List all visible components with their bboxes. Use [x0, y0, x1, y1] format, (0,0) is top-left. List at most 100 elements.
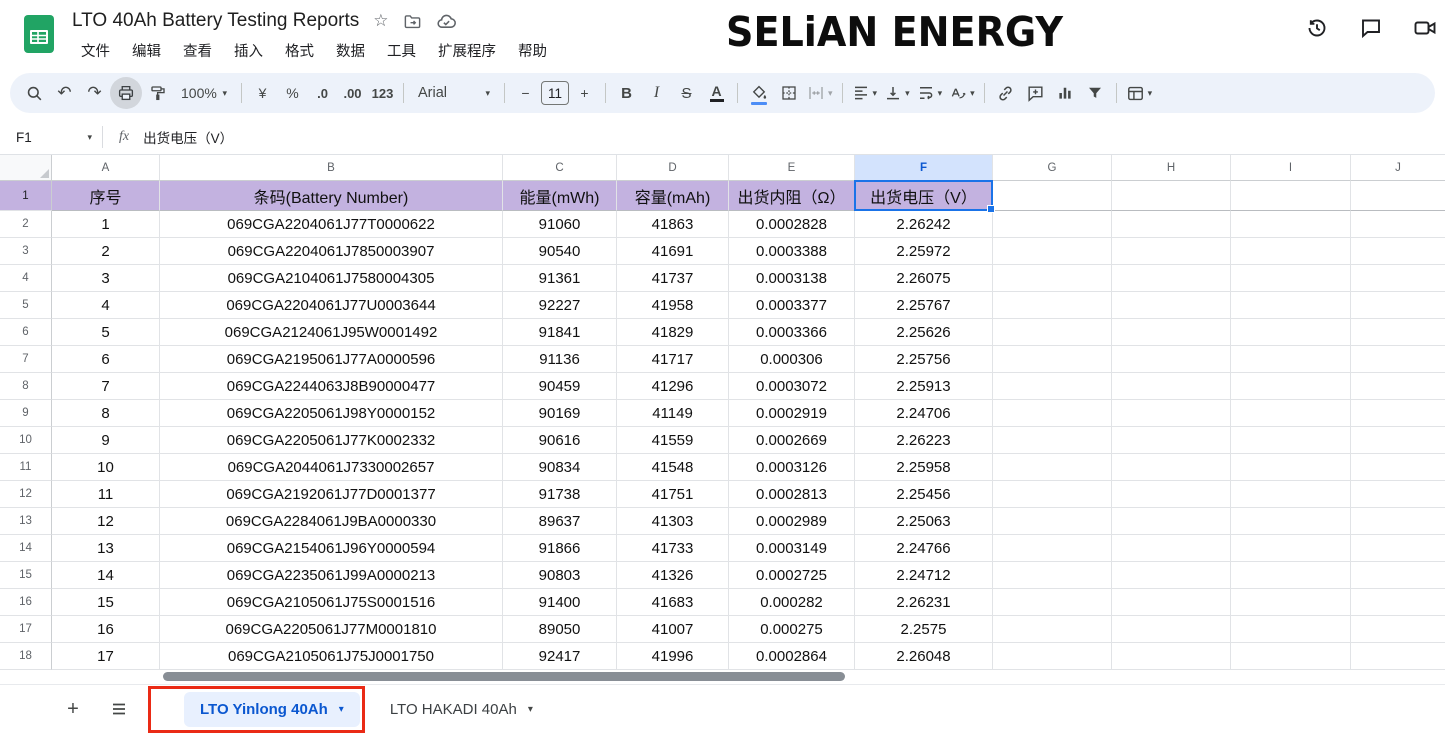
- star-icon[interactable]: ☆: [373, 11, 388, 31]
- cell-E6[interactable]: 0.0003366: [729, 319, 855, 346]
- cell-G5[interactable]: [993, 292, 1112, 319]
- cell-G14[interactable]: [993, 535, 1112, 562]
- column-header-D[interactable]: D: [617, 155, 729, 181]
- cell-F4[interactable]: 2.26075: [855, 265, 993, 292]
- cell-A12[interactable]: 11: [52, 481, 160, 508]
- cell-H12[interactable]: [1112, 481, 1231, 508]
- cell-H7[interactable]: [1112, 346, 1231, 373]
- print-button[interactable]: [110, 77, 142, 109]
- column-header-A[interactable]: A: [52, 155, 160, 181]
- cell-J16[interactable]: [1351, 589, 1445, 616]
- cell-C4[interactable]: 91361: [503, 265, 617, 292]
- cell-E10[interactable]: 0.0002669: [729, 427, 855, 454]
- cell-I10[interactable]: [1231, 427, 1351, 454]
- cell-I13[interactable]: [1231, 508, 1351, 535]
- cell-A3[interactable]: 2: [52, 238, 160, 265]
- cell-D13[interactable]: 41303: [617, 508, 729, 535]
- cell-H4[interactable]: [1112, 265, 1231, 292]
- row-header-18[interactable]: 18: [0, 643, 52, 670]
- cell-A4[interactable]: 3: [52, 265, 160, 292]
- cell-J1[interactable]: [1351, 181, 1445, 211]
- sheet-tab-lto-yinlong-40ah[interactable]: LTO Yinlong 40Ah ▾: [184, 692, 360, 727]
- cell-B3[interactable]: 069CGA2204061J7850003907: [160, 238, 503, 265]
- decrease-decimals-button[interactable]: .0: [308, 78, 337, 108]
- cell-F9[interactable]: 2.24706: [855, 400, 993, 427]
- cell-J9[interactable]: [1351, 400, 1445, 427]
- cell-J4[interactable]: [1351, 265, 1445, 292]
- cell-E5[interactable]: 0.0003377: [729, 292, 855, 319]
- cell-J12[interactable]: [1351, 481, 1445, 508]
- google-sheets-logo[interactable]: [22, 14, 56, 54]
- cell-I16[interactable]: [1231, 589, 1351, 616]
- version-history-icon[interactable]: [1303, 14, 1331, 42]
- cell-J10[interactable]: [1351, 427, 1445, 454]
- cell-D7[interactable]: 41717: [617, 346, 729, 373]
- cell-A10[interactable]: 9: [52, 427, 160, 454]
- cell-D12[interactable]: 41751: [617, 481, 729, 508]
- decrease-font-size-button[interactable]: −: [511, 78, 540, 108]
- cell-F5[interactable]: 2.25767: [855, 292, 993, 319]
- cell-G4[interactable]: [993, 265, 1112, 292]
- text-rotation-button[interactable]: ▾: [946, 78, 978, 108]
- column-header-G[interactable]: G: [993, 155, 1112, 181]
- cell-B15[interactable]: 069CGA2235061J99A0000213: [160, 562, 503, 589]
- cell-D17[interactable]: 41007: [617, 616, 729, 643]
- cell-J5[interactable]: [1351, 292, 1445, 319]
- cell-E12[interactable]: 0.0002813: [729, 481, 855, 508]
- cell-D15[interactable]: 41326: [617, 562, 729, 589]
- cell-D4[interactable]: 41737: [617, 265, 729, 292]
- cell-J6[interactable]: [1351, 319, 1445, 346]
- cell-E8[interactable]: 0.0003072: [729, 373, 855, 400]
- cell-I9[interactable]: [1231, 400, 1351, 427]
- strikethrough-button[interactable]: S: [672, 78, 701, 108]
- cell-A6[interactable]: 5: [52, 319, 160, 346]
- cell-H13[interactable]: [1112, 508, 1231, 535]
- cell-E18[interactable]: 0.0002864: [729, 643, 855, 670]
- cell-C17[interactable]: 89050: [503, 616, 617, 643]
- cell-A5[interactable]: 4: [52, 292, 160, 319]
- column-header-B[interactable]: B: [160, 155, 503, 181]
- sheet-tab-lto-hakadi-40ah[interactable]: LTO HAKADI 40Ah ▾: [374, 692, 549, 727]
- cell-A18[interactable]: 17: [52, 643, 160, 670]
- cell-B1[interactable]: 条码(Battery Number): [160, 181, 503, 211]
- comments-icon[interactable]: [1357, 14, 1385, 42]
- cell-D18[interactable]: 41996: [617, 643, 729, 670]
- menu-help[interactable]: 帮助: [509, 38, 556, 63]
- row-header-2[interactable]: 2: [0, 211, 52, 238]
- cell-C3[interactable]: 90540: [503, 238, 617, 265]
- cell-F10[interactable]: 2.26223: [855, 427, 993, 454]
- cell-E2[interactable]: 0.0002828: [729, 211, 855, 238]
- cell-I3[interactable]: [1231, 238, 1351, 265]
- cell-B9[interactable]: 069CGA2205061J98Y0000152: [160, 400, 503, 427]
- select-all-corner[interactable]: [0, 155, 52, 181]
- cell-G17[interactable]: [993, 616, 1112, 643]
- cell-B2[interactable]: 069CGA2204061J77T0000622: [160, 211, 503, 238]
- cell-A7[interactable]: 6: [52, 346, 160, 373]
- vertical-align-button[interactable]: ▾: [881, 78, 913, 108]
- cell-G13[interactable]: [993, 508, 1112, 535]
- cell-C14[interactable]: 91866: [503, 535, 617, 562]
- cell-H16[interactable]: [1112, 589, 1231, 616]
- cell-G11[interactable]: [993, 454, 1112, 481]
- row-header-16[interactable]: 16: [0, 589, 52, 616]
- cell-I14[interactable]: [1231, 535, 1351, 562]
- column-header-I[interactable]: I: [1231, 155, 1351, 181]
- text-wrap-button[interactable]: ▾: [914, 78, 946, 108]
- cell-I1[interactable]: [1231, 181, 1351, 211]
- cell-B8[interactable]: 069CGA2244063J8B90000477: [160, 373, 503, 400]
- row-header-8[interactable]: 8: [0, 373, 52, 400]
- bold-button[interactable]: B: [612, 78, 641, 108]
- cell-G9[interactable]: [993, 400, 1112, 427]
- menu-format[interactable]: 格式: [276, 38, 323, 63]
- cell-A9[interactable]: 8: [52, 400, 160, 427]
- all-sheets-menu-icon[interactable]: [104, 694, 134, 724]
- cell-C15[interactable]: 90803: [503, 562, 617, 589]
- cell-G8[interactable]: [993, 373, 1112, 400]
- cell-C6[interactable]: 91841: [503, 319, 617, 346]
- cell-G2[interactable]: [993, 211, 1112, 238]
- cell-H2[interactable]: [1112, 211, 1231, 238]
- cell-A13[interactable]: 12: [52, 508, 160, 535]
- cell-H10[interactable]: [1112, 427, 1231, 454]
- merge-cells-button[interactable]: ▾: [804, 78, 836, 108]
- cell-E9[interactable]: 0.0002919: [729, 400, 855, 427]
